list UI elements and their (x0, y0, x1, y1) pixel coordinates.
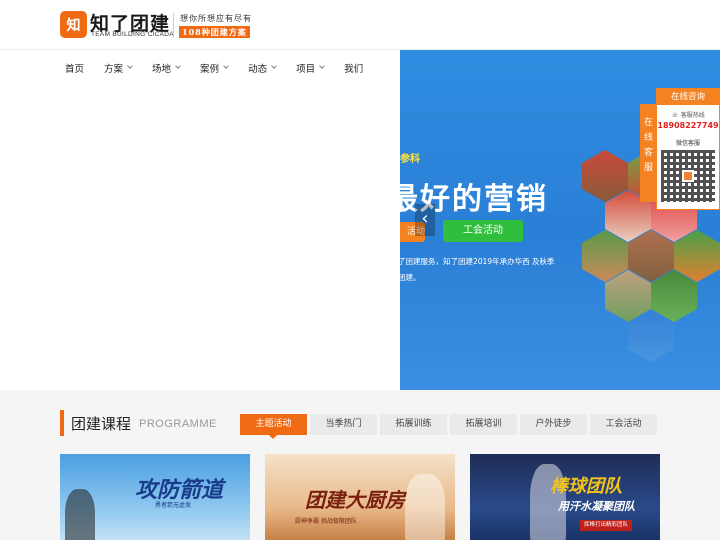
nav-item-projects[interactable]: 项目 (296, 58, 325, 78)
chef-figure (405, 474, 445, 540)
nav-item-label: 方案 (104, 64, 124, 75)
site-header: 知 知了团建 TEAM BUILDING CICADA 想你所想应有尽有 108… (0, 0, 720, 50)
hotline-number[interactable]: 18908227749 (657, 121, 719, 130)
nav-item-news[interactable]: 动态 (248, 58, 277, 78)
tab-seasonal-hot[interactable]: 当季热门 (310, 414, 377, 435)
nav-item-label: 场地 (152, 64, 172, 75)
brand-english-name: TEAM BUILDING CICADA (91, 31, 174, 38)
hotline-label-text: 客服热线 (680, 112, 705, 119)
slogan: 想你所想应有尽有 (180, 14, 252, 23)
nav-item-plans[interactable]: 方案 (104, 58, 133, 78)
slogan-badge: 108种团建方案 (179, 26, 250, 38)
card-title: 团建大厨房 (305, 488, 405, 512)
card-subtitle: 勇者箭无虚发 (155, 502, 192, 509)
programme-card-baseball[interactable]: 棒球团队 用汗水凝聚团队 挥棒打出精彩团队 (470, 454, 660, 540)
qr-logo-icon (682, 170, 694, 182)
chevron-down-icon (271, 63, 277, 69)
card-subtitle: 用汗水凝聚团队 (558, 500, 635, 513)
logo-divider (173, 13, 174, 37)
nav-item-label: 我们 (344, 64, 364, 75)
programme-cards: 攻防箭道 勇者箭无虚发 团建大厨房 厨神争霸 挑战极限团队 棒球团队 用汗水凝聚… (60, 454, 675, 540)
page: 知 知了团建 TEAM BUILDING CICADA 想你所想应有尽有 108… (0, 0, 720, 540)
nav-item-label: 项目 (296, 64, 316, 75)
wechat-qr-code (661, 150, 715, 202)
tab-theme-activities[interactable]: 主题活动 (240, 414, 307, 439)
card-subtitle: 厨神争霸 挑战极限团队 (295, 518, 357, 525)
online-service-tab[interactable]: 在线客服 (640, 104, 657, 202)
programme-section: 团建课程 PROGRAMME 主题活动 当季热门 拓展训练 拓展培训 户外徒步 … (0, 390, 720, 540)
banner-union-activity-button[interactable]: 工会活动 (443, 220, 523, 242)
online-consult-header: 在线咨询 (657, 89, 719, 105)
nav-item-home[interactable]: 首页 (65, 58, 84, 78)
main-nav: 首页 方案 场地 案例 动态 项目 我们 (65, 58, 383, 78)
section-title-en: PROGRAMME (139, 418, 217, 430)
nav-item-label: 动态 (248, 64, 268, 75)
nav-item-cases[interactable]: 案例 (200, 58, 229, 78)
programme-card-kitchen[interactable]: 团建大厨房 厨神争霸 挑战极限团队 (265, 454, 455, 540)
nav-item-venues[interactable]: 场地 (152, 58, 181, 78)
nav-item-label: 首页 (65, 64, 85, 75)
section-title: 团建课程 (71, 415, 132, 433)
tab-hiking[interactable]: 户外徒步 (520, 414, 587, 435)
programme-tabs: 主题活动 当季热门 拓展训练 拓展培训 户外徒步 工会活动 (240, 414, 660, 439)
banner-prev-arrow-icon[interactable]: ‹ (415, 204, 435, 236)
banner-subtitle: 参科 (400, 154, 420, 165)
chevron-down-icon (175, 63, 181, 69)
banner-description: 了团建服务，知了团建2019年承办华西 及秋季团建。 (400, 257, 555, 282)
section-accent-bar (60, 410, 64, 436)
phone-icon: ☏ (671, 112, 681, 119)
archer-figure (65, 489, 95, 540)
chevron-down-icon (127, 63, 133, 69)
programme-card-archery[interactable]: 攻防箭道 勇者箭无虚发 (60, 454, 250, 540)
online-consult-panel: 在线咨询 ☏ 客服热线 18908227749 微信客服 (656, 88, 720, 210)
chevron-down-icon (223, 63, 229, 69)
tab-union-activities[interactable]: 工会活动 (590, 414, 657, 435)
nav-item-about[interactable]: 我们 (344, 58, 363, 78)
card-badge: 挥棒打出精彩团队 (580, 520, 633, 531)
logo-icon[interactable]: 知 (60, 11, 87, 38)
card-title: 棒球团队 (550, 476, 622, 497)
tab-outdoor-training[interactable]: 拓展训练 (380, 414, 447, 435)
chevron-down-icon (319, 63, 325, 69)
tab-expansion-training[interactable]: 拓展培训 (450, 414, 517, 435)
nav-item-label: 案例 (200, 64, 220, 75)
wechat-label: 微信客服 (675, 140, 700, 147)
hotline-label: ☏ 客服热线 (657, 110, 719, 119)
